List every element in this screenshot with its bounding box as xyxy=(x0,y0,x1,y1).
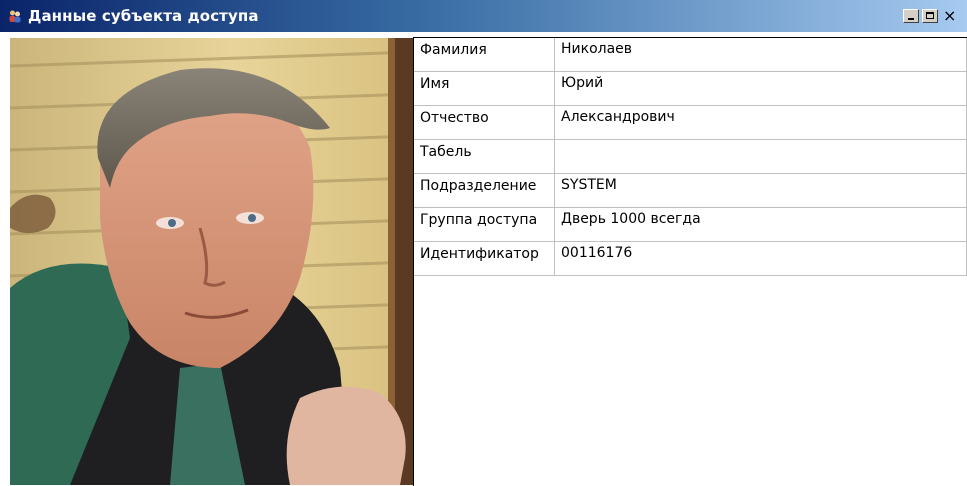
fields-table: Фамилия Николаев Имя Юрий Отчество Алекс… xyxy=(414,38,967,276)
minimize-button[interactable] xyxy=(903,9,919,23)
table-row[interactable]: Идентификатор 00116176 xyxy=(414,241,967,276)
window-title: Данные субъекта доступа xyxy=(28,7,259,25)
table-row[interactable]: Отчество Александрович xyxy=(414,105,967,140)
maximize-icon xyxy=(926,12,934,19)
maximize-button[interactable] xyxy=(922,9,938,23)
field-value[interactable]: 00116176 xyxy=(554,241,967,276)
field-value[interactable]: Николаев xyxy=(554,38,967,72)
table-row[interactable]: Группа доступа Дверь 1000 всегда xyxy=(414,207,967,242)
users-icon xyxy=(9,10,21,23)
close-button[interactable]: × xyxy=(941,6,967,25)
table-row[interactable]: Подразделение SYSTEM xyxy=(414,173,967,208)
field-value[interactable] xyxy=(554,139,967,174)
field-label: Группа доступа xyxy=(414,207,555,242)
subject-data-window: Данные субъекта доступа × Фамилия Никола… xyxy=(0,0,967,486)
close-icon: × xyxy=(943,6,957,25)
field-label: Подразделение xyxy=(414,173,555,208)
table-row[interactable]: Фамилия Николаев xyxy=(414,38,967,72)
field-label: Имя xyxy=(414,71,555,106)
table-row[interactable]: Табель xyxy=(414,139,967,174)
field-label: Фамилия xyxy=(414,38,555,72)
minimize-icon xyxy=(908,18,914,20)
field-value[interactable]: Александрович xyxy=(554,105,967,140)
field-label: Отчество xyxy=(414,105,555,140)
subject-photo xyxy=(10,38,413,485)
table-row[interactable]: Имя Юрий xyxy=(414,71,967,106)
subject-data-grid[interactable]: Фамилия Николаев Имя Юрий Отчество Алекс… xyxy=(413,37,967,486)
field-value[interactable]: Юрий xyxy=(554,71,967,106)
field-label: Табель xyxy=(414,139,555,174)
field-value[interactable]: SYSTEM xyxy=(554,173,967,208)
title-bar[interactable]: Данные субъекта доступа × xyxy=(0,0,967,32)
field-value[interactable]: Дверь 1000 всегда xyxy=(554,207,967,242)
field-label: Идентификатор xyxy=(414,241,555,276)
